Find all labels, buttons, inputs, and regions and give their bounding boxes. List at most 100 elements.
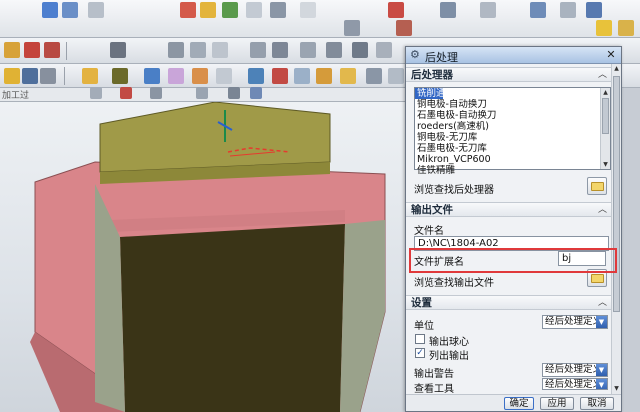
- postprocessor-list[interactable]: 铣削通用 铜电极-自动换刀 石墨电极-自动换刀 roeders(高速机) 铜电极…: [414, 87, 611, 176]
- units-value: 经后处理定义: [545, 316, 603, 327]
- move-icon[interactable]: [316, 68, 332, 84]
- cancel-button[interactable]: 取消: [580, 397, 614, 410]
- delete-icon[interactable]: [272, 68, 288, 84]
- graphics-viewport[interactable]: [0, 102, 405, 412]
- zoom-icon[interactable]: [168, 42, 184, 58]
- generate-icon[interactable]: [168, 68, 184, 84]
- dialog-title: 后处理: [425, 51, 458, 64]
- analysis-icon[interactable]: [440, 2, 456, 18]
- create-program-icon[interactable]: [4, 42, 20, 58]
- check-tool-value: 经后处理定义: [545, 379, 603, 390]
- list-output-checkbox[interactable]: ✓: [415, 348, 425, 358]
- render-icon[interactable]: [560, 2, 576, 18]
- list-item[interactable]: 铣削通用: [415, 88, 443, 99]
- box-icon[interactable]: [340, 68, 356, 84]
- part-model: [30, 102, 386, 412]
- wcs-icon[interactable]: [396, 20, 412, 36]
- brush-icon[interactable]: [4, 68, 20, 84]
- apply-button[interactable]: 应用: [540, 397, 574, 410]
- dialog-titlebar[interactable]: ⚙ 后处理 ✕: [406, 47, 621, 64]
- chevron-up-icon[interactable]: ︿: [598, 296, 607, 310]
- search-icon[interactable]: [40, 68, 56, 84]
- scroll-thumb[interactable]: [613, 76, 620, 312]
- report-icon[interactable]: [248, 68, 264, 84]
- chevron-down-icon[interactable]: ▼: [596, 316, 607, 328]
- check-tool-select[interactable]: 经后处理定义 ▼: [542, 378, 608, 390]
- list-item[interactable]: roeders(高速机): [415, 121, 610, 132]
- list-item[interactable]: 石墨电极-自动换刀: [415, 110, 610, 121]
- output-ball-center-checkbox[interactable]: [415, 334, 425, 344]
- toolbar-row-4: 加工过: [0, 87, 405, 102]
- scroll-up-icon[interactable]: ▲: [612, 64, 621, 74]
- section-postprocessor-header[interactable]: 后处理器 ︿: [406, 67, 611, 82]
- operation-icon[interactable]: [44, 42, 60, 58]
- redo-icon[interactable]: [62, 2, 78, 18]
- folder-icon: [591, 274, 604, 283]
- output-warning-value: 经后处理定义: [545, 364, 603, 375]
- section-icon[interactable]: [272, 42, 288, 58]
- snap-icon[interactable]: [300, 2, 316, 18]
- scroll-thumb[interactable]: [602, 98, 609, 134]
- info-icon[interactable]: [618, 20, 634, 36]
- list-item[interactable]: 石墨电极-无刀库: [415, 143, 610, 154]
- cube-icon[interactable]: [530, 2, 546, 18]
- flag-icon[interactable]: [388, 2, 404, 18]
- warning-icon[interactable]: [596, 20, 612, 36]
- simulate-icon[interactable]: [352, 42, 368, 58]
- chevron-up-icon[interactable]: ︿: [598, 68, 607, 82]
- shop-doc-icon[interactable]: [294, 68, 310, 84]
- path-icon[interactable]: [300, 42, 316, 58]
- output-icon[interactable]: [366, 68, 382, 84]
- browse-postprocessor-button[interactable]: [587, 177, 607, 195]
- layer-icon[interactable]: [200, 2, 216, 18]
- units-select[interactable]: 经后处理定义 ▼: [542, 315, 608, 329]
- ok-button[interactable]: 确定: [504, 397, 534, 410]
- view-icon[interactable]: [180, 2, 196, 18]
- grid-icon[interactable]: [22, 68, 38, 84]
- close-icon[interactable]: ✕: [604, 48, 618, 61]
- endpoint-icon[interactable]: [120, 87, 132, 99]
- postprocess-icon[interactable]: [376, 42, 392, 58]
- coord-icon[interactable]: [344, 20, 360, 36]
- undo-icon[interactable]: [42, 2, 58, 18]
- tool-icon[interactable]: [88, 2, 104, 18]
- list-item[interactable]: Mikron_VCP600: [415, 154, 610, 165]
- print-icon[interactable]: [24, 42, 40, 58]
- chevron-down-icon[interactable]: ▼: [596, 379, 607, 389]
- chevron-up-icon[interactable]: ︿: [598, 203, 607, 217]
- output-warning-select[interactable]: 经后处理定义 ▼: [542, 363, 608, 377]
- operation-nav-icon[interactable]: [82, 68, 98, 84]
- rotate-icon[interactable]: [190, 42, 206, 58]
- list-icon[interactable]: [216, 68, 232, 84]
- filter-icon[interactable]: [222, 2, 238, 18]
- pan-icon[interactable]: [212, 42, 228, 58]
- cylinder-icon[interactable]: [250, 87, 262, 99]
- midpoint-icon[interactable]: [150, 87, 162, 99]
- select-icon[interactable]: [270, 2, 286, 18]
- section-output-header[interactable]: 输出文件 ︿: [406, 202, 611, 217]
- list-item[interactable]: 铜电极-无刀库: [415, 132, 610, 143]
- scroll-down-icon[interactable]: ▼: [601, 160, 610, 169]
- dialog-scrollbar[interactable]: ▲ ▼: [611, 64, 621, 394]
- list-scrollbar[interactable]: ▲ ▼: [600, 88, 610, 169]
- tool-path-icon[interactable]: [144, 68, 160, 84]
- center-icon[interactable]: [196, 87, 208, 99]
- replay-icon[interactable]: [192, 68, 208, 84]
- list-item[interactable]: 铜电极-自动换刀: [415, 99, 610, 110]
- snap-point-icon[interactable]: [90, 87, 102, 99]
- browse-postprocessor-label: 浏览查找后处理器: [414, 185, 494, 196]
- fit-icon[interactable]: [250, 42, 266, 58]
- scroll-up-icon[interactable]: ▲: [601, 88, 610, 97]
- section-settings-header[interactable]: 设置 ︿: [406, 295, 611, 310]
- chevron-down-icon[interactable]: ▼: [596, 364, 607, 376]
- help-icon[interactable]: [586, 2, 602, 18]
- settings-icon[interactable]: [388, 68, 404, 84]
- display-icon[interactable]: [480, 2, 496, 18]
- color-icon[interactable]: [112, 68, 128, 84]
- list-item[interactable]: 佳铁精雕: [415, 165, 610, 176]
- display-mode-icon[interactable]: [110, 42, 126, 58]
- measure-icon[interactable]: [246, 2, 262, 18]
- verify-icon[interactable]: [326, 42, 342, 58]
- scroll-down-icon[interactable]: ▼: [612, 384, 621, 394]
- quadrant-icon[interactable]: [228, 87, 240, 99]
